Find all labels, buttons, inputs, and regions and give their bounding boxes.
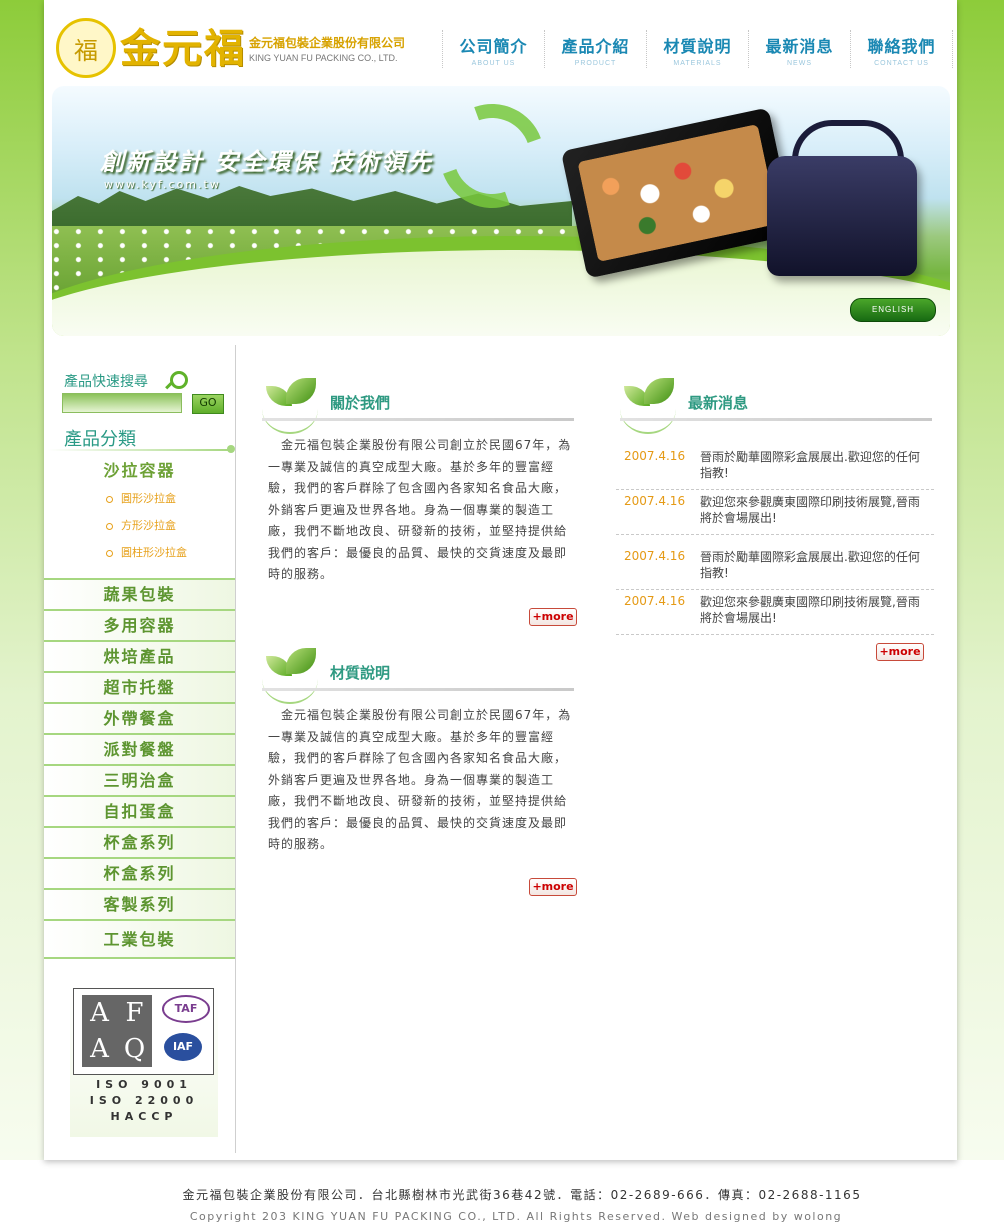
basket-container-image [767, 156, 917, 276]
news-item[interactable]: 2007.4.16 晉雨於勵華國際彩盒展展出.歡迎您的任何指教! [616, 545, 934, 590]
logo-emblem-icon[interactable]: 福 [56, 18, 116, 78]
category-item[interactable]: 客製系列 [44, 888, 235, 919]
search-go-button[interactable]: GO [192, 394, 224, 414]
category-divider [48, 449, 232, 451]
news-date: 2007.4.16 [624, 494, 686, 508]
category-item[interactable]: 外帶餐盒 [44, 702, 235, 733]
nav-sublabel: CONTACT US [874, 60, 929, 67]
nav-product[interactable]: 產品介紹 PRODUCT [544, 30, 646, 68]
nav-about[interactable]: 公司簡介 ABOUT US [442, 30, 544, 68]
category-item[interactable]: 自扣蛋盒 [44, 795, 235, 826]
english-button[interactable]: ENGLISH [850, 298, 936, 322]
leaf-icon [262, 376, 320, 420]
category-item[interactable]: 烘培產品 [44, 640, 235, 671]
nav-sublabel: PRODUCT [574, 60, 617, 67]
news-item[interactable]: 2007.4.16 歡迎您來參觀廣東國際印刷技術展覽,晉雨將於會場展出! [616, 590, 934, 635]
cert-iso22000: ISO 22000 [89, 1094, 199, 1107]
category-item[interactable]: 杯盒系列 [44, 857, 235, 888]
nav-label: 產品介紹 [561, 37, 630, 56]
category-salad-containers[interactable]: 沙拉容器 [44, 457, 235, 481]
about-title[interactable]: 關於我們 [330, 392, 390, 413]
about-more-button[interactable]: +more [529, 608, 577, 626]
nav-sublabel: MATERIALS [673, 60, 722, 67]
certification-logos: AFAQ TAF IAF [73, 988, 214, 1075]
news-text[interactable]: 歡迎您來參觀廣東國際印刷技術展覽,晉雨將於會場展出! [700, 494, 930, 526]
subcategory-square-salad-box[interactable]: 方形沙拉盒 [106, 517, 176, 533]
category-item[interactable]: 杯盒系列 [44, 826, 235, 857]
news-date: 2007.4.16 [624, 594, 686, 608]
section-rule [620, 418, 932, 421]
news-section-header: 最新消息 [620, 376, 932, 434]
taf-logo: TAF [162, 995, 210, 1023]
category-list: 蔬果包裝 多用容器 烘培產品 超市托盤 外帶餐盒 派對餐盤 三明治盒 自扣蛋盒 … [44, 578, 235, 959]
sidebar: 產品快速搜尋 GO 產品分類 沙拉容器 圓形沙拉盒 方形沙拉盒 圓柱形沙拉盒 蔬… [44, 345, 236, 1153]
nav-contact[interactable]: 聯絡我們 CONTACT US [850, 30, 953, 68]
nav-label: 公司簡介 [459, 37, 528, 56]
certification-badge: AFAQ TAF IAF ISO 9001 ISO 22000 HACCP [70, 985, 218, 1137]
search-input[interactable] [62, 393, 182, 413]
nav-label: 最新消息 [765, 37, 834, 56]
material-text: 金元福包裝企業股份有限公司創立於民國67年，為一專業及誠信的真空成型大廠。基於多… [268, 708, 572, 851]
news-list: 2007.4.16 晉雨於勵華國際彩盒展展出.歡迎您的任何指教! 2007.4.… [616, 445, 934, 635]
section-rule [262, 418, 574, 421]
material-more-button[interactable]: +more [529, 878, 577, 896]
nav-news[interactable]: 最新消息 NEWS [748, 30, 850, 68]
nav-sublabel: ABOUT US [471, 60, 516, 67]
logo-text[interactable]: 金元福 [120, 16, 246, 74]
nav-label: 聯絡我們 [867, 37, 936, 56]
subcategory-cylinder-salad-box[interactable]: 圓柱形沙拉盒 [106, 544, 187, 560]
footer-contact: 金元福包裝企業股份有限公司．台北縣樹林市光武街36巷42號．電話：02-2689… [182, 1188, 862, 1202]
news-item[interactable]: 2007.4.16 晉雨於勵華國際彩盒展展出.歡迎您的任何指教! [616, 445, 934, 490]
news-item[interactable]: 2007.4.16 歡迎您來參觀廣東國際印刷技術展覽,晉雨將於會場展出! [616, 490, 934, 535]
material-title[interactable]: 材質說明 [330, 662, 390, 683]
background-left-gradient [0, 0, 44, 1160]
news-date: 2007.4.16 [624, 449, 686, 463]
news-more-button[interactable]: +more [876, 643, 924, 661]
cert-iso9001: ISO 9001 [96, 1078, 192, 1091]
news-title[interactable]: 最新消息 [688, 392, 748, 413]
afaq-logo: AFAQ [82, 995, 152, 1067]
category-item[interactable]: 多用容器 [44, 609, 235, 640]
background-right-gradient [957, 0, 1004, 1160]
category-item[interactable]: 蔬果包裝 [44, 578, 235, 609]
news-text[interactable]: 晉雨於勵華國際彩盒展展出.歡迎您的任何指教! [700, 449, 930, 481]
category-item[interactable]: 三明治盒 [44, 764, 235, 795]
category-divider-dot [227, 445, 235, 453]
certification-list: ISO 9001 ISO 22000 HACCP [70, 1077, 218, 1125]
material-section-header: 材質說明 [262, 646, 574, 704]
about-section-header: 關於我們 [262, 376, 574, 434]
hero-banner: 創新設計 安全環保 技術領先 www.kyf.com.tw ENGLISH [52, 86, 950, 336]
section-rule [262, 688, 574, 691]
category-item[interactable]: 工業包裝 [44, 919, 235, 959]
company-name-cn: 金元福包裝企業股份有限公司 [249, 36, 406, 50]
magnifier-icon [170, 371, 188, 389]
leaf-icon [620, 376, 678, 420]
iaf-logo: IAF [164, 1033, 202, 1061]
subcategory-round-salad-box[interactable]: 圓形沙拉盒 [106, 490, 176, 506]
banner-url: www.kyf.com.tw [104, 178, 221, 191]
page-container: 福 金元福 金元福包裝企業股份有限公司 KING YUAN FU PACKING… [44, 0, 957, 1160]
banner-slogan: 創新設計 安全環保 技術領先 [100, 148, 433, 176]
nav-label: 材質說明 [663, 37, 732, 56]
category-title: 產品分類 [64, 429, 136, 450]
news-date: 2007.4.16 [624, 549, 686, 563]
category-item[interactable]: 超市托盤 [44, 671, 235, 702]
news-text[interactable]: 晉雨於勵華國際彩盒展展出.歡迎您的任何指教! [700, 549, 930, 581]
about-text: 金元福包裝企業股份有限公司創立於民國67年，為一專業及誠信的真空成型大廠。基於多… [268, 438, 572, 581]
nav-sublabel: NEWS [787, 60, 812, 67]
nav-materials[interactable]: 材質說明 MATERIALS [646, 30, 748, 68]
main-nav: 公司簡介 ABOUT US 產品介紹 PRODUCT 材質說明 MATERIAL… [442, 30, 953, 70]
footer-copyright: Copyright 203 KING YUAN FU PACKING CO., … [189, 1210, 843, 1223]
search-title: 產品快速搜尋 [64, 374, 148, 390]
news-text[interactable]: 歡迎您來參觀廣東國際印刷技術展覽,晉雨將於會場展出! [700, 594, 930, 626]
company-name-en: KING YUAN FU PACKING CO., LTD. [249, 53, 398, 63]
cert-haccp: HACCP [110, 1110, 178, 1123]
leaf-icon [262, 646, 320, 690]
category-item[interactable]: 派對餐盤 [44, 733, 235, 764]
